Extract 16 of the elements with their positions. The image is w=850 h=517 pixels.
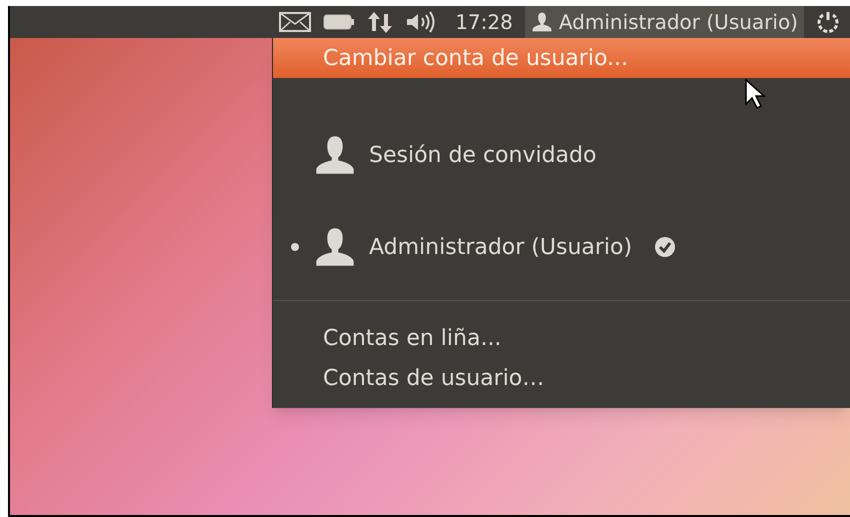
user-label: Sesión de convidado — [369, 142, 596, 170]
user-icon — [530, 11, 553, 33]
up-down-arrows-icon[interactable] — [367, 10, 394, 34]
user-name: Administrador (Usuario) — [558, 9, 798, 36]
speaker-icon[interactable] — [405, 11, 438, 33]
battery-icon[interactable] — [323, 14, 356, 30]
clock[interactable]: 17:28 — [455, 7, 513, 37]
mouse-pointer-icon — [744, 78, 766, 110]
mail-icon[interactable] — [279, 12, 312, 32]
power-gear-icon[interactable] — [816, 10, 840, 34]
menu-item[interactable]: Contas en liña... — [273, 318, 850, 358]
user-menu-item[interactable]: Administrador (Usuario) — [273, 201, 850, 293]
user-menu-item[interactable]: Sesión de convidado — [273, 109, 850, 201]
user-menu-button[interactable]: Administrador (Usuario) — [524, 6, 804, 38]
menu-item[interactable]: Contas de usuario… — [273, 358, 850, 398]
user-label: Administrador (Usuario) — [369, 234, 632, 262]
